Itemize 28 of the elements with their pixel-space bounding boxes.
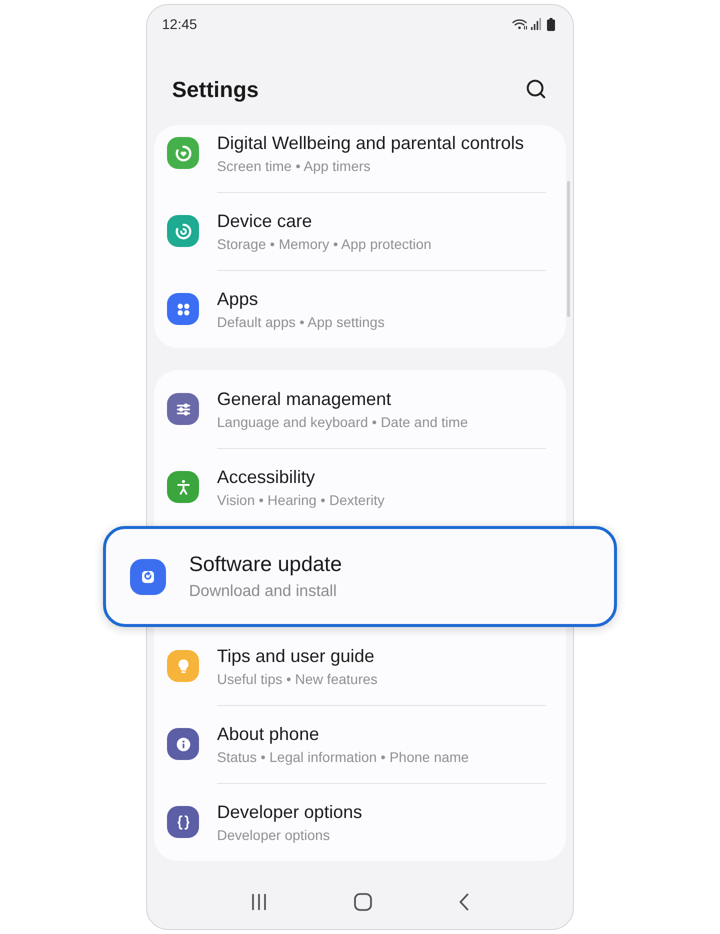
item-subtitle: Download and install xyxy=(189,582,338,602)
item-subtitle: Developer options xyxy=(217,826,331,844)
battery-icon xyxy=(547,18,555,30)
item-title[interactable]: Digital Wellbeing and parental controls xyxy=(217,132,546,154)
item-title[interactable]: Device care xyxy=(217,210,546,232)
item-title[interactable]: Accessibility xyxy=(217,466,546,488)
status-time: 12:45 xyxy=(162,14,198,34)
three-bars-icon[interactable] xyxy=(250,893,267,911)
item-subtitle: Language and keyboard • Date and time xyxy=(217,413,469,431)
item-title[interactable]: Developer options xyxy=(217,801,546,823)
highlighted-item[interactable]: Software update Download and install xyxy=(103,526,617,627)
item-subtitle: Useful tips • New features xyxy=(217,670,379,688)
item-subtitle: Vision • Hearing • Dexterity xyxy=(217,491,386,509)
item-subtitle: Status • Legal information • Phone name xyxy=(217,748,470,766)
item-subtitle: Default apps • App settings xyxy=(217,313,386,331)
rounded-square-icon[interactable] xyxy=(354,893,372,911)
item-subtitle: Screen time • App timers xyxy=(217,157,372,175)
signal-icon xyxy=(531,18,541,30)
item-title[interactable]: About phone xyxy=(217,723,546,745)
item-title[interactable]: Apps xyxy=(217,288,546,310)
search-icon[interactable] xyxy=(525,78,547,100)
wifi-icon xyxy=(512,18,528,30)
item-subtitle: Storage • Memory • App protection xyxy=(217,235,432,253)
item-title[interactable]: Tips and user guide xyxy=(217,645,546,667)
item-title: Software update xyxy=(189,552,342,578)
chevron-left-icon[interactable] xyxy=(459,893,470,911)
item-title[interactable]: General management xyxy=(217,388,546,410)
page-title: Settings xyxy=(172,76,259,104)
